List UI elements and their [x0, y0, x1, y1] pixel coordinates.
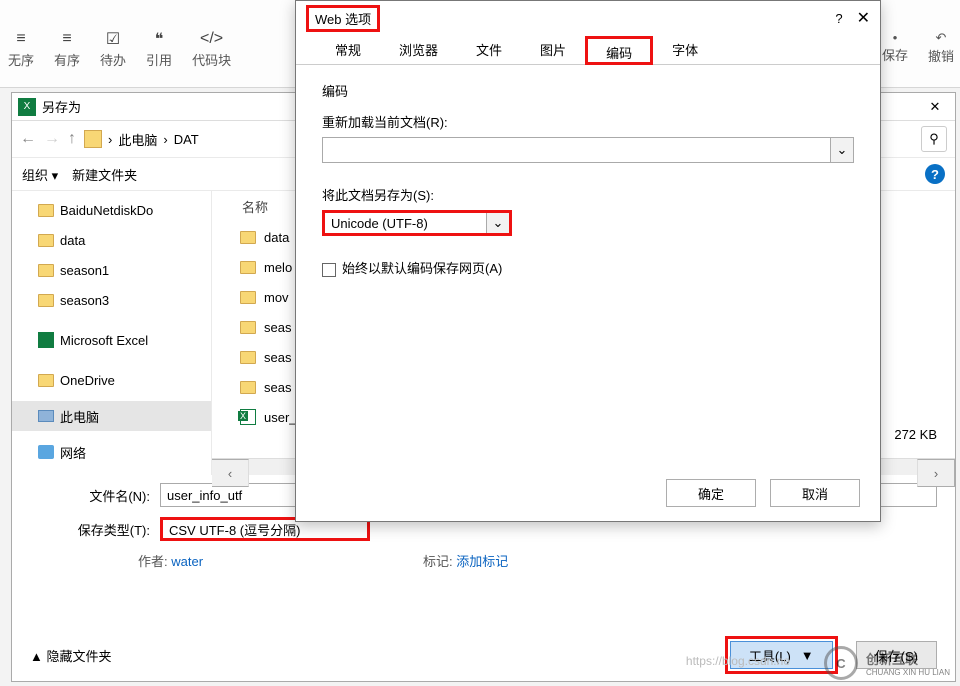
tag-label: 标记: [423, 554, 453, 569]
save-encoding-select[interactable]: Unicode (UTF-8) [322, 210, 512, 236]
tab-bar: 常规 浏览器 文件 图片 编码 字体 [296, 35, 880, 65]
dialog-title: 另存为 [42, 97, 81, 116]
save-icon: • [893, 30, 898, 45]
folder-icon [240, 381, 256, 394]
author-label: 作者: [138, 554, 168, 569]
chevron-down-icon: ▼ [801, 648, 814, 663]
file-size: 272 KB [894, 427, 937, 442]
list-icon: ≡ [10, 28, 32, 50]
ordered-list-icon: ≡ [56, 28, 78, 50]
undo-icon: ↶ [936, 30, 947, 46]
ribbon-codeblock[interactable]: </>代码块 [192, 28, 231, 69]
save-encoding-label: 将此文档另存为(S): [322, 185, 854, 204]
ribbon-ordered[interactable]: ≡有序 [54, 28, 80, 69]
folder-icon [38, 374, 54, 387]
tab-pictures[interactable]: 图片 [521, 35, 585, 64]
folder-icon [240, 231, 256, 244]
ribbon-unordered[interactable]: ≡无序 [8, 28, 34, 69]
tree-item[interactable]: season1 [12, 255, 211, 285]
tree-item[interactable]: BaiduNetdiskDo [12, 195, 211, 225]
tag-value[interactable]: 添加标记 [456, 554, 508, 569]
filetype-label: 保存类型(T): [30, 520, 160, 539]
checkbox-icon [322, 263, 336, 277]
folder-icon [240, 261, 256, 274]
dialog-title: Web 选项 [306, 5, 380, 32]
ribbon-quote[interactable]: ❝引用 [146, 28, 172, 69]
code-icon: </> [201, 28, 223, 50]
folder-icon [240, 351, 256, 364]
watermark: C 创新互联 CHUANG XIN HU LIAN [824, 646, 950, 680]
quote-icon: ❝ [148, 28, 170, 50]
tree-item[interactable]: data [12, 225, 211, 255]
folder-icon [240, 291, 256, 304]
scroll-left[interactable]: ‹ [212, 459, 249, 487]
folder-icon [38, 264, 54, 277]
ribbon-undo[interactable]: ↶撤销 [928, 30, 954, 65]
tree-item-excel[interactable]: Microsoft Excel [12, 325, 211, 355]
author-value[interactable]: water [171, 554, 203, 569]
folder-tree: BaiduNetdiskDo data season1 season3 Micr… [12, 191, 212, 475]
scroll-right[interactable]: › [917, 459, 955, 487]
folder-icon [38, 234, 54, 247]
hide-folders-toggle[interactable]: ▲ 隐藏文件夹 [30, 646, 112, 665]
tab-general[interactable]: 常规 [316, 35, 380, 64]
reload-encoding-select[interactable] [322, 137, 854, 163]
nav-up[interactable]: ↑ [68, 130, 76, 148]
tab-files[interactable]: 文件 [457, 35, 521, 64]
new-folder-button[interactable]: 新建文件夹 [72, 165, 137, 184]
organize-menu[interactable]: 组织 ▾ [22, 165, 58, 184]
tab-encoding[interactable]: 编码 [585, 36, 653, 65]
close-button[interactable]: ✕ [915, 99, 955, 115]
excel-icon: X [18, 98, 36, 116]
pc-icon [38, 410, 54, 422]
reload-label: 重新加载当前文档(R): [322, 112, 854, 131]
search-icon: ⚲ [929, 131, 939, 147]
tree-item[interactable]: season3 [12, 285, 211, 315]
tab-browser[interactable]: 浏览器 [380, 35, 457, 64]
checkbox-icon: ☑ [102, 28, 124, 50]
logo-icon: C [824, 646, 858, 680]
watermark-url: https://blog.csdn.ne [686, 654, 790, 668]
tree-item-network[interactable]: 网络 [12, 437, 211, 467]
help-icon[interactable]: ? [925, 164, 945, 184]
tree-item-onedrive[interactable]: OneDrive [12, 365, 211, 395]
nav-back[interactable]: ← [20, 130, 36, 148]
always-default-checkbox[interactable]: 始终以默认编码保存网页(A) [322, 258, 854, 277]
excel-icon [38, 332, 54, 348]
csv-file-icon [240, 409, 256, 425]
filename-label: 文件名(N): [30, 486, 160, 505]
tree-item-thispc[interactable]: 此电脑 [12, 401, 211, 431]
network-icon [38, 445, 54, 459]
folder-icon [38, 294, 54, 307]
nav-forward[interactable]: → [44, 130, 60, 148]
web-options-dialog: Web 选项 ? ✕ 常规 浏览器 文件 图片 编码 字体 编码 重新加载当前文… [295, 0, 881, 522]
folder-icon [38, 204, 54, 217]
section-label: 编码 [322, 81, 854, 100]
ribbon-todo[interactable]: ☑待办 [100, 28, 126, 69]
ribbon-save[interactable]: •保存 [882, 30, 908, 65]
breadcrumb[interactable]: › 此电脑 › DAT [84, 130, 199, 149]
help-button[interactable]: ? [835, 11, 842, 26]
folder-icon [240, 321, 256, 334]
tab-fonts[interactable]: 字体 [653, 35, 717, 64]
drive-icon [84, 130, 102, 148]
close-button[interactable]: ✕ [857, 8, 870, 28]
search-button[interactable]: ⚲ [921, 126, 947, 152]
cancel-button[interactable]: 取消 [770, 479, 860, 507]
ok-button[interactable]: 确定 [666, 479, 756, 507]
